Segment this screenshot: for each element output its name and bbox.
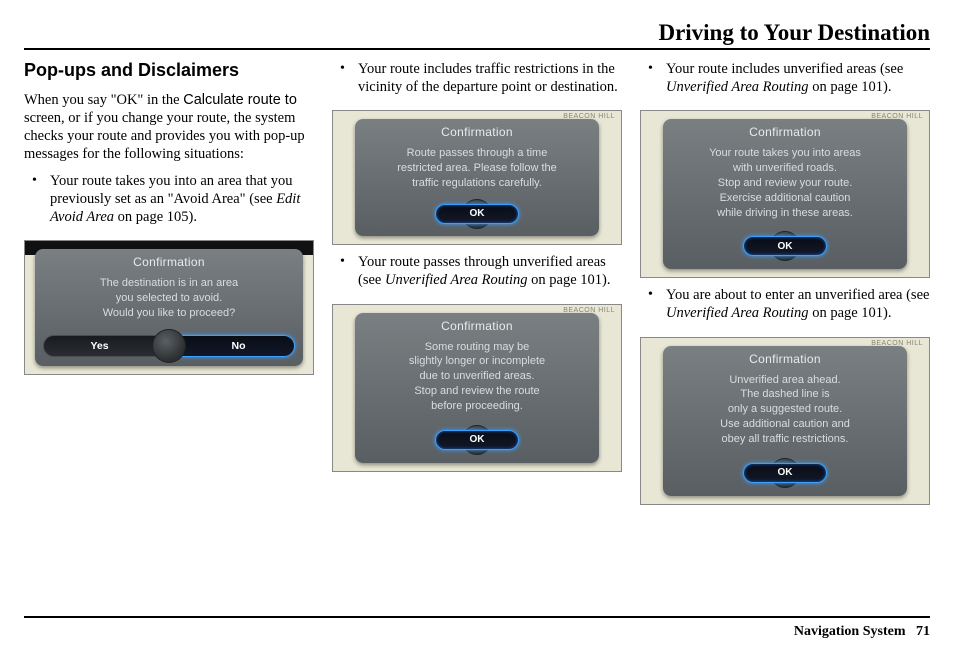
list-item: Your route includes unverified areas (se…	[640, 60, 930, 96]
bullet-list-3a: Your route includes unverified areas (se…	[640, 60, 930, 102]
dialog-footer: OK	[663, 454, 907, 496]
list-item: Your route includes traffic restrictions…	[332, 60, 622, 96]
bullet-ref: Unverified Area Routing	[385, 272, 528, 288]
bullet-list-3b: You are about to enter an unverified are…	[640, 286, 930, 328]
header-rule: Driving to Your Destination	[24, 20, 930, 50]
ok-button[interactable]: OK	[435, 204, 519, 224]
ok-button-wrap: OK	[462, 199, 492, 229]
bullet-text: You are about to enter an unverified are…	[666, 287, 929, 303]
ok-button-wrap: OK	[770, 458, 800, 488]
screenshot-unverified-ahead: BEACON HILL Confirmation Unverified area…	[640, 337, 930, 505]
ok-button[interactable]: OK	[743, 463, 827, 483]
bullet-ref: Unverified Area Routing	[666, 305, 809, 321]
screenshot-time-restricted: BEACON HILL Confirmation Route passes th…	[332, 110, 622, 245]
bullet-list-2b: Your route passes through unverified are…	[332, 253, 622, 295]
intro-post: screen, or if you change your route, the…	[24, 110, 305, 162]
bullet-list-2a: Your route includes traffic restrictions…	[332, 60, 622, 102]
dialog-title: Confirmation	[35, 249, 303, 272]
ok-button-wrap: OK	[462, 425, 492, 455]
ok-button[interactable]: OK	[743, 236, 827, 256]
no-button[interactable]: No	[172, 335, 295, 357]
confirmation-dialog: Confirmation The destination is in an ar…	[35, 249, 303, 366]
confirmation-dialog: Confirmation Some routing may be slightl…	[355, 313, 599, 463]
list-item: You are about to enter an unverified are…	[640, 286, 930, 322]
bullet-list-1: Your route takes you into an area that y…	[24, 172, 314, 232]
confirmation-dialog: Confirmation Route passes through a time…	[355, 119, 599, 236]
column-3: Your route includes unverified areas (se…	[640, 60, 930, 505]
bullet-text: Your route takes you into an area that y…	[50, 173, 293, 207]
footer-page: 71	[916, 624, 930, 639]
page-header: Driving to Your Destination	[24, 20, 930, 46]
intro-pre: When you say "OK" in the	[24, 92, 183, 108]
ok-button-wrap: OK	[770, 231, 800, 261]
dialog-body: The destination is in an area you select…	[35, 272, 303, 332]
footer-label: Navigation System	[794, 624, 906, 639]
dialog-body: Unverified area ahead. The dashed line i…	[663, 369, 907, 454]
dialog-body: Your route takes you into areas with unv…	[663, 142, 907, 227]
column-1: Pop-ups and Disclaimers When you say "OK…	[24, 60, 314, 505]
yes-button[interactable]: Yes	[43, 335, 166, 357]
intro-sans: Calculate route to	[183, 92, 297, 108]
bullet-text-tail: on page 101).	[809, 305, 892, 321]
screenshot-unverified-routing: BEACON HILL Confirmation Some routing ma…	[332, 304, 622, 472]
dialog-button-row: Yes No	[35, 332, 303, 366]
bullet-ref: Unverified Area Routing	[666, 79, 809, 95]
bullet-text: Your route includes unverified areas (se…	[666, 61, 903, 77]
list-item: Your route takes you into an area that y…	[24, 172, 314, 226]
confirmation-dialog: Confirmation Unverified area ahead. The …	[663, 346, 907, 496]
dialog-title: Confirmation	[355, 119, 599, 142]
screenshot-avoid-area: Confirmation The destination is in an ar…	[24, 240, 314, 375]
dialog-title: Confirmation	[355, 313, 599, 336]
page-footer: Navigation System 71	[24, 616, 930, 640]
page: Driving to Your Destination Pop-ups and …	[0, 0, 954, 523]
list-item: Your route passes through unverified are…	[332, 253, 622, 289]
confirmation-dialog: Confirmation Your route takes you into a…	[663, 119, 907, 269]
screenshot-unverified-roads: BEACON HILL Confirmation Your route take…	[640, 110, 930, 278]
dialog-title: Confirmation	[663, 119, 907, 142]
bullet-text-tail: on page 105).	[114, 209, 197, 225]
dialog-footer: OK	[355, 195, 599, 237]
dialog-body: Some routing may be slightly longer or i…	[355, 336, 599, 421]
intro-paragraph: When you say "OK" in the Calculate route…	[24, 91, 314, 164]
rotary-knob-icon	[152, 329, 186, 363]
ok-button[interactable]: OK	[435, 430, 519, 450]
dialog-title: Confirmation	[663, 346, 907, 369]
bullet-text-tail: on page 101).	[528, 272, 611, 288]
bullet-text: Your route includes traffic restrictions…	[358, 61, 618, 95]
column-layout: Pop-ups and Disclaimers When you say "OK…	[24, 60, 930, 505]
bullet-text-tail: on page 101).	[809, 79, 892, 95]
column-2: Your route includes traffic restrictions…	[332, 60, 622, 505]
dialog-footer: OK	[663, 227, 907, 269]
section-title: Pop-ups and Disclaimers	[24, 60, 314, 81]
dialog-footer: OK	[355, 421, 599, 463]
dialog-body: Route passes through a time restricted a…	[355, 142, 599, 195]
